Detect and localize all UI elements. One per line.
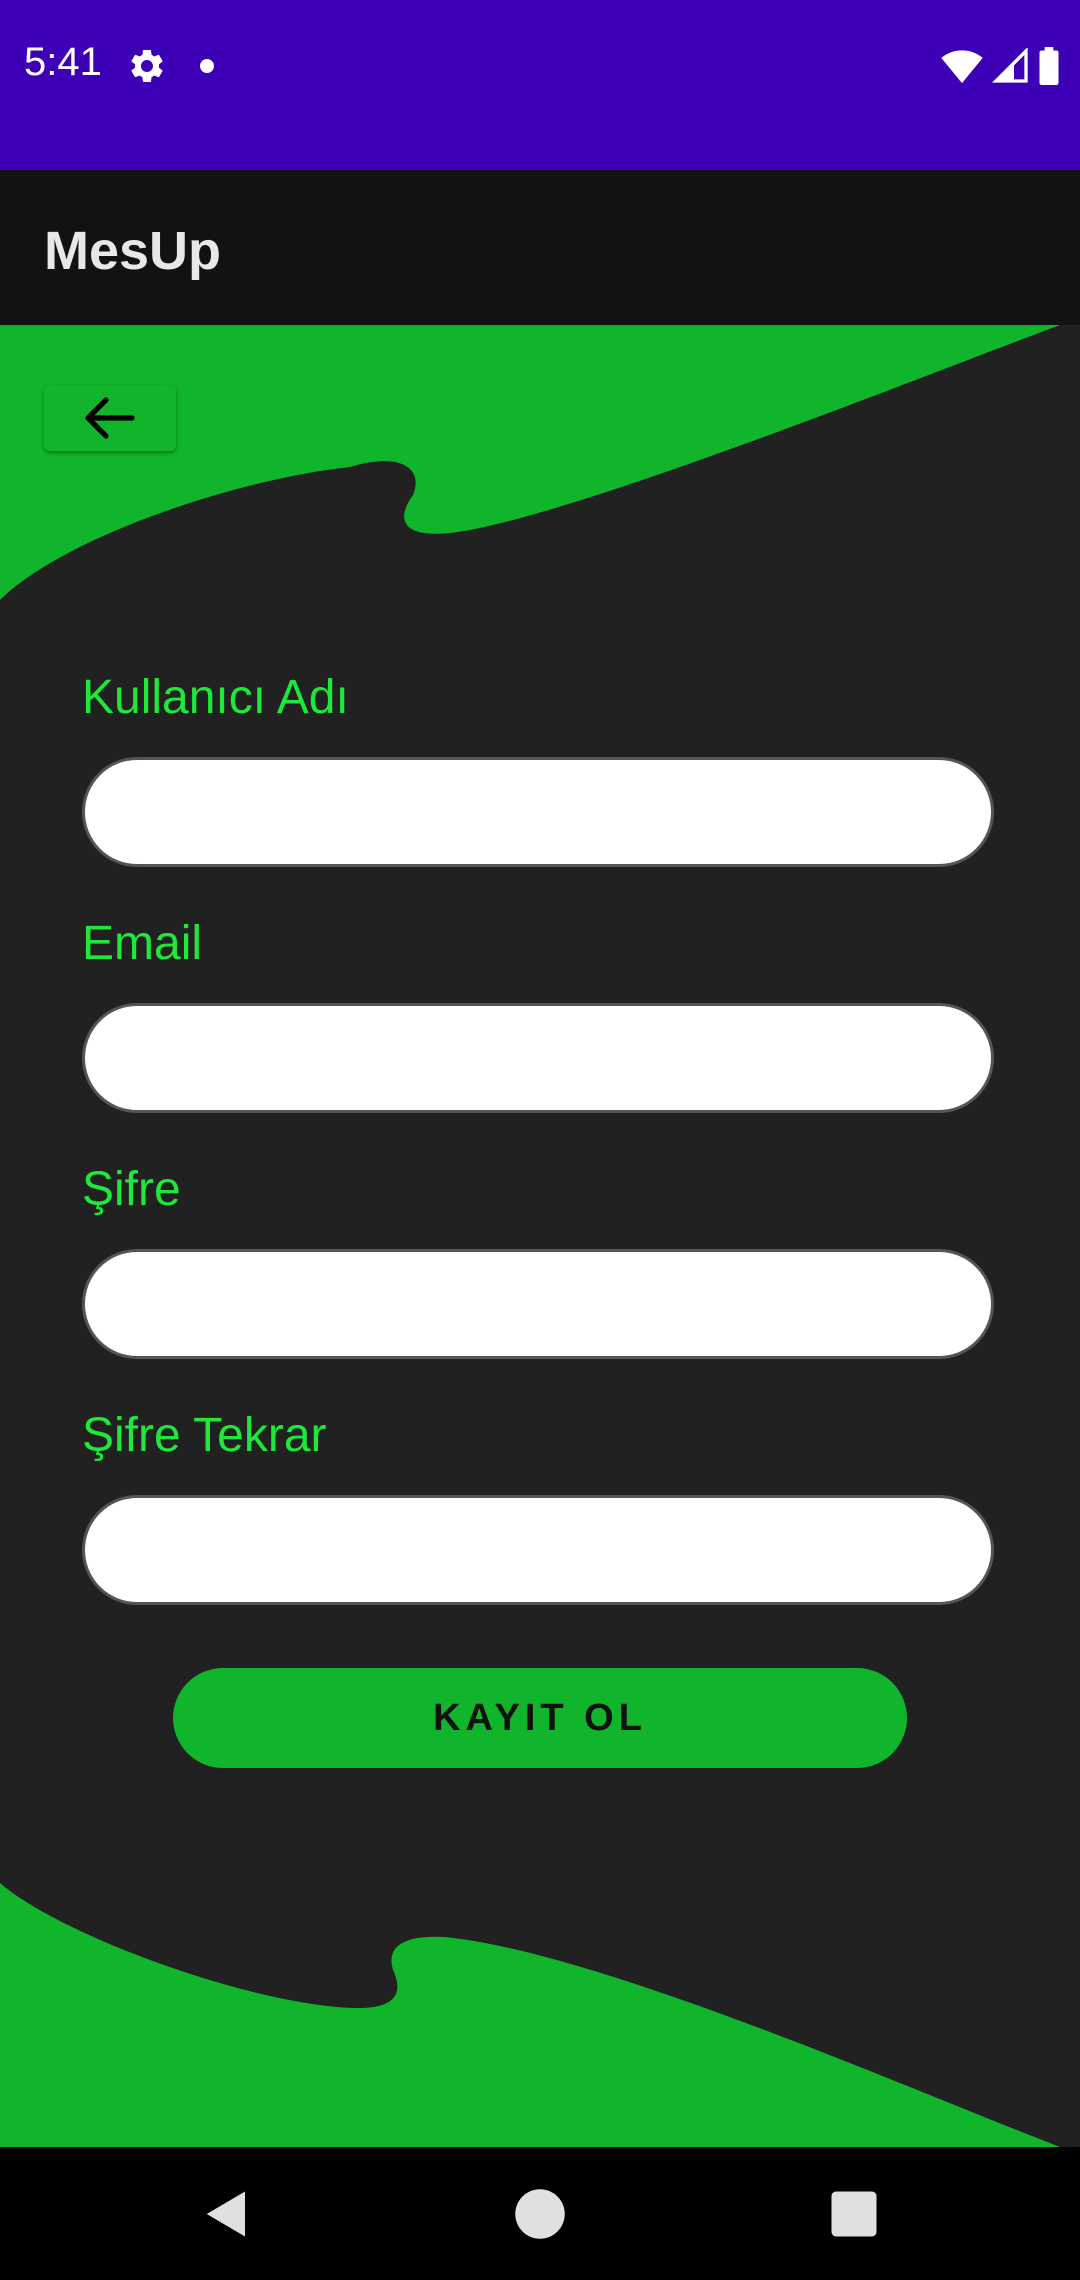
status-bar: 5:41 — [0, 0, 1080, 170]
app-title: MesUp — [44, 221, 222, 281]
email-input[interactable] — [82, 1003, 994, 1113]
password-label: Şifre — [82, 1163, 181, 1216]
top-wave — [0, 325, 1060, 600]
status-time: 5:41 — [24, 40, 102, 84]
home-circle-icon[interactable] — [513, 2187, 567, 2241]
password-input[interactable] — [82, 1249, 994, 1359]
background-waves — [0, 325, 1060, 2147]
battery-icon — [1039, 47, 1059, 85]
navigation-bar — [0, 2147, 1080, 2280]
bottom-wave — [0, 1883, 1060, 2147]
wifi-icon — [941, 50, 983, 84]
status-icons — [940, 46, 1060, 86]
cell-signal-icon — [992, 48, 1028, 83]
password-confirm-label: Şifre Tekrar — [82, 1409, 327, 1462]
register-screen: Kullanıcı Adı Email Şifre Şifre Tekrar K… — [0, 325, 1080, 2147]
email-label: Email — [82, 917, 203, 970]
username-input[interactable] — [82, 757, 994, 867]
back-button[interactable] — [44, 385, 176, 451]
register-button[interactable]: KAYIT OL — [173, 1668, 907, 1768]
username-label: Kullanıcı Adı — [82, 671, 349, 724]
recents-square-icon[interactable] — [827, 2187, 881, 2241]
back-triangle-icon[interactable] — [200, 2187, 254, 2241]
arrow-left-icon — [85, 397, 135, 439]
app-bar: MesUp — [0, 170, 1080, 325]
password-confirm-input[interactable] — [82, 1495, 994, 1605]
notification-dot-icon — [200, 59, 214, 73]
gear-icon — [131, 49, 163, 82]
